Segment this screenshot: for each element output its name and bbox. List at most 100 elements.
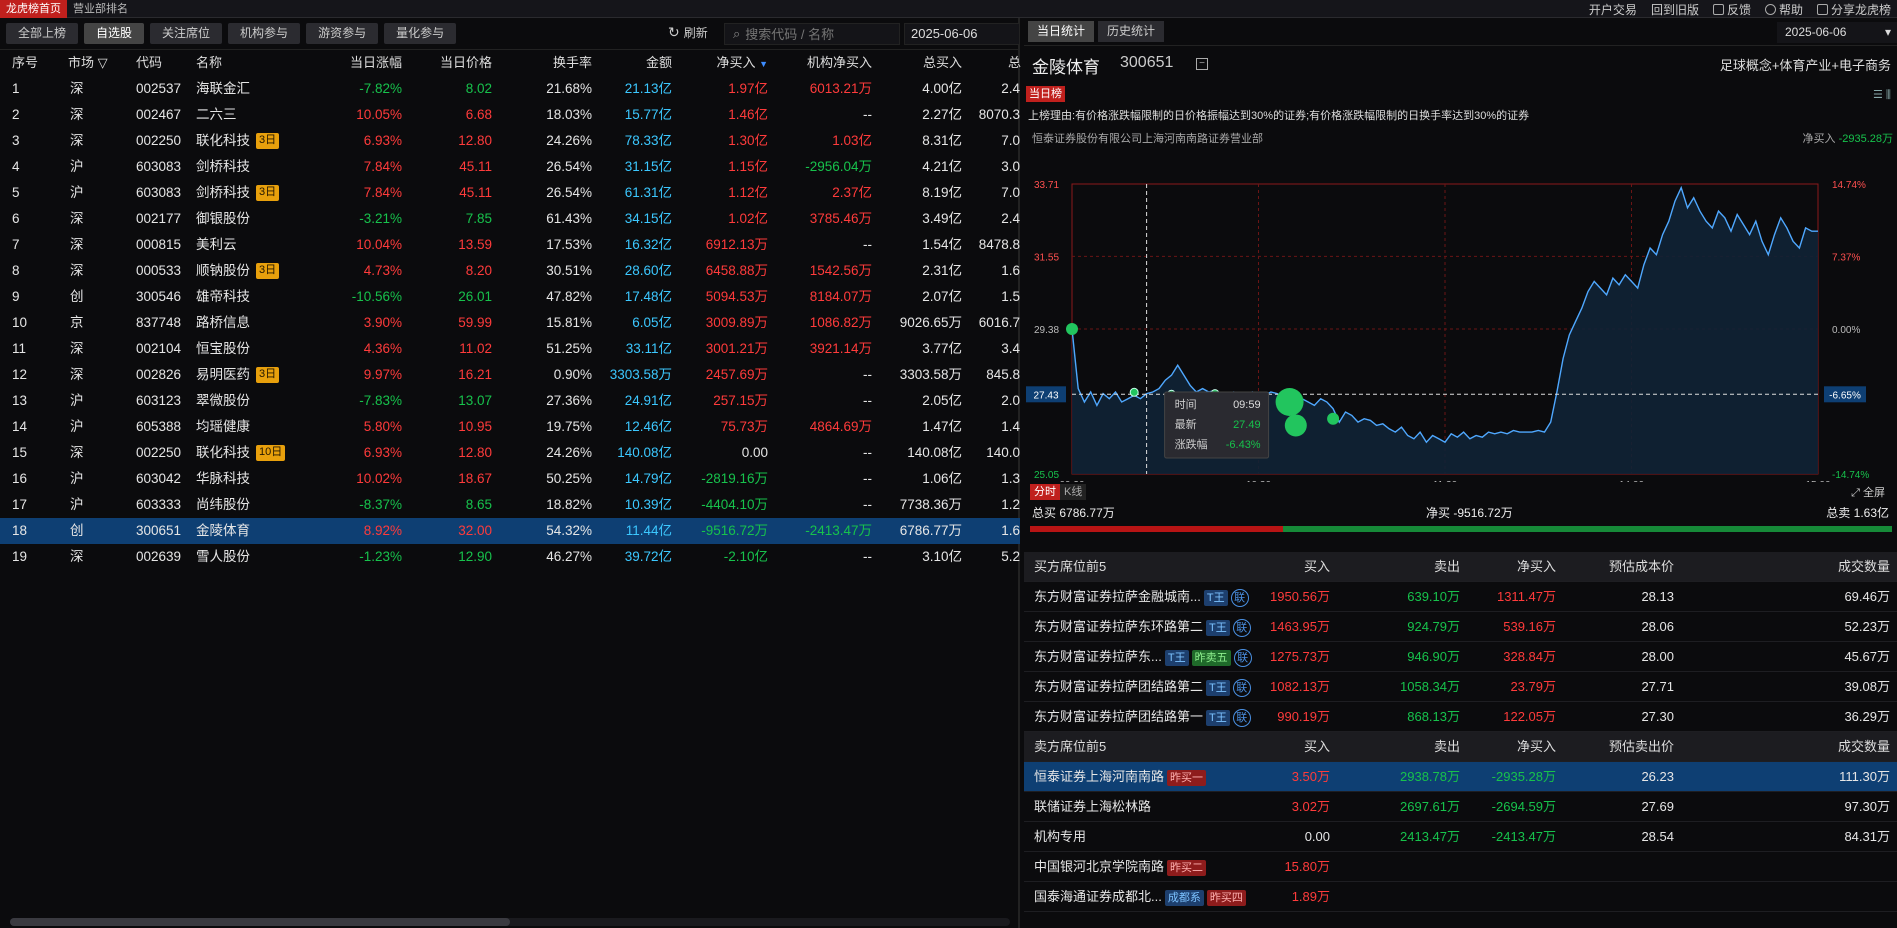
seat-name[interactable]: 中国银河北京学院南路 <box>1034 859 1164 874</box>
date-select[interactable]: 2025-06-06 <box>904 23 1020 45</box>
table-row[interactable]: 14 沪 605388 均瑶健康 5.80% 10.95 19.75% 12.46亿 75.73… <box>0 414 1020 440</box>
seat-name[interactable]: 联储证券上海松林路 <box>1034 799 1151 814</box>
seat-vol: 36.29万 <box>1844 709 1890 724</box>
tab-kline[interactable]: K线 <box>1060 484 1087 500</box>
seat-row[interactable]: 恒泰证券上海河南南路 昨买一 3.50万 2938.78万 -2935.28万 26.23… <box>1024 762 1897 792</box>
seat-name[interactable]: 东方财富证券拉萨团结路第二 <box>1034 679 1203 694</box>
tab-intraday[interactable]: 分时 <box>1030 484 1060 500</box>
table-row[interactable]: 9 创 300546 雄帝科技 -10.56% 26.01 47.82% 17.48亿 5094… <box>0 284 1020 310</box>
table-row[interactable]: 2 深 002467 二六三 10.05% 6.68 18.03% 15.77亿 1.46亿 --… <box>0 102 1020 128</box>
period-tag: 3日 <box>256 133 280 150</box>
table-row[interactable]: 7 深 000815 美利云 10.04% 13.59 17.53% 16.32亿 6912.1… <box>0 232 1020 258</box>
help-link[interactable]: 帮助 <box>1764 1 1803 18</box>
col-header-turnover[interactable]: 换手率 <box>500 50 592 76</box>
row-total-buy: 6786.77万 <box>899 523 962 538</box>
old-version-link[interactable]: 回到旧版 <box>1651 1 1699 18</box>
collapse-icon[interactable]: − <box>1196 58 1208 70</box>
table-row[interactable]: 1 深 002537 海联金汇 -7.82% 8.02 21.68% 21.13亿 1.97亿 6… <box>0 76 1020 102</box>
link-icon[interactable]: 联 <box>1232 618 1251 637</box>
col-header-amount[interactable]: 金额 <box>592 50 672 76</box>
right-date-select[interactable]: 2025-06-06 ▾ <box>1777 22 1897 43</box>
search-input[interactable] <box>745 26 886 42</box>
table-row[interactable]: 13 沪 603123 翠微股份 -7.83% 13.07 27.36% 24.91亿 257.… <box>0 388 1020 414</box>
tooltip-label: 涨跌幅 <box>1175 437 1208 451</box>
row-price: 13.07 <box>458 393 492 408</box>
seat-row[interactable]: 联储证券上海松林路 3.02万 2697.61万 -2694.59万 27.69 97.3… <box>1024 792 1897 822</box>
seat-name[interactable]: 东方财富证券拉萨东... <box>1034 649 1162 664</box>
filter-hot-money[interactable]: 游资参与 <box>306 23 379 44</box>
col-header-total-buy[interactable]: 总买入 <box>872 50 962 76</box>
table-row[interactable]: 17 沪 603333 尚纬股份 -8.37% 8.65 18.82% 10.39亿 -4404… <box>0 492 1020 518</box>
link-icon[interactable]: 联 <box>1232 678 1251 697</box>
row-total-cut: 8478.8 <box>978 237 1020 252</box>
row-code: 002104 <box>136 341 182 356</box>
table-row[interactable]: 8 深 000533 顺钠股份 3日 4.73% 8.20 30.51% 28.60亿 6458.… <box>0 258 1020 284</box>
trade-marker[interactable] <box>1066 323 1078 335</box>
table-row[interactable]: 19 深 002639 雪人股份 -1.23% 12.90 46.27% 39.72亿 -2.1… <box>0 544 1020 570</box>
row-no: 15 <box>12 445 28 460</box>
filter-institution[interactable]: 机构参与 <box>228 23 301 44</box>
seat-row[interactable]: 东方财富证券拉萨团结路第一 T王联 990.19万 868.13万 122.05万 27.… <box>1024 702 1897 732</box>
intraday-chart[interactable]: 33.71 31.55 29.38 25.05 14.74% 7.37% 0.00% -14.… <box>1024 146 1897 482</box>
filter-quant[interactable]: 量化参与 <box>384 23 457 44</box>
row-amount: 3303.58万 <box>609 367 672 382</box>
col-header-market[interactable]: 市场 ▽ <box>68 50 108 76</box>
seat-name[interactable]: 东方财富证券拉萨金融城南... <box>1034 589 1201 604</box>
link-icon[interactable]: 联 <box>1233 648 1252 667</box>
table-row[interactable]: 10 京 837748 路桥信息 3.90% 59.99 15.81% 6.05亿 3009.8… <box>0 310 1020 336</box>
table-row[interactable]: 5 沪 603083 剑桥科技 3日 7.84% 45.11 26.54% 61.31亿 1.12… <box>0 180 1020 206</box>
table-row[interactable]: 6 深 002177 御银股份 -3.21% 7.85 61.43% 34.15亿 1.02亿 3… <box>0 206 1020 232</box>
row-no: 18 <box>12 523 28 538</box>
link-icon[interactable]: 联 <box>1230 588 1249 607</box>
tab-branch-ranking[interactable]: 营业部排名 <box>67 0 134 18</box>
table-row[interactable]: 11 深 002104 恒宝股份 4.36% 11.02 51.25% 33.11亿 3001.… <box>0 336 1020 362</box>
filter-followed-seats[interactable]: 关注席位 <box>150 23 223 44</box>
table-row[interactable]: 3 深 002250 联化科技 3日 6.93% 12.80 24.26% 78.33亿 1.30… <box>0 128 1020 154</box>
fullscreen-button[interactable]: ⤢ 全屏 <box>1851 484 1885 500</box>
row-name: 顺钠股份 <box>196 263 250 278</box>
seat-name[interactable]: 国泰海通证券成都北... <box>1034 889 1162 904</box>
open-account-link[interactable]: 开户交易 <box>1589 1 1637 18</box>
filter-all[interactable]: 全部上榜 <box>6 23 79 44</box>
seat-name[interactable]: 东方财富证券拉萨东环路第二 <box>1034 619 1203 634</box>
seat-row[interactable]: 机构专用 0.00 2413.47万 -2413.47万 28.54 84.31万 <box>1024 822 1897 852</box>
link-icon[interactable]: 联 <box>1232 708 1251 727</box>
tab-daily-stats[interactable]: 当日统计 <box>1028 21 1095 42</box>
trade-marker[interactable] <box>1284 414 1307 437</box>
table-row[interactable]: 4 沪 603083 剑桥科技 7.84% 45.11 26.54% 31.15亿 1.15亿 -… <box>0 154 1020 180</box>
table-row[interactable]: 15 深 002250 联化科技 10日 6.93% 12.80 24.26% 140.08亿 0… <box>0 440 1020 466</box>
col-header-change[interactable]: 当日涨幅 <box>310 50 402 76</box>
seat-name[interactable]: 恒泰证券上海河南南路 <box>1034 769 1164 784</box>
share-icon <box>1816 3 1828 15</box>
scrollbar-thumb[interactable] <box>10 918 510 926</box>
seat-row[interactable]: 东方财富证券拉萨团结路第二 T王联 1082.13万 1058.34万 23.79万 27… <box>1024 672 1897 702</box>
col-header-net-buy[interactable]: 净买入 ▼ <box>682 50 768 77</box>
row-total-cut: 1.2 <box>1001 497 1020 512</box>
filter-watchlist[interactable]: 自选股 <box>84 23 145 44</box>
refresh-button[interactable]: ↻ 刷新 <box>668 24 708 41</box>
share-link[interactable]: 分享龙虎榜 <box>1816 1 1891 18</box>
col-header-price[interactable]: 当日价格 <box>402 50 492 76</box>
row-turnover: 47.82% <box>546 289 592 304</box>
trade-marker[interactable] <box>1275 388 1304 417</box>
trade-marker[interactable] <box>1129 387 1139 397</box>
seat-row[interactable]: 东方财富证券拉萨东环路第二 T王联 1463.95万 924.79万 539.16万 28… <box>1024 612 1897 642</box>
table-row[interactable]: 16 沪 603042 华脉科技 10.02% 18.67 50.25% 14.79亿 -281… <box>0 466 1020 492</box>
seat-row[interactable]: 中国银河北京学院南路 昨买二 15.80万 <box>1024 852 1897 882</box>
seat-row[interactable]: 东方财富证券拉萨金融城南... T王联 1950.56万 639.10万 1311.47… <box>1024 582 1897 612</box>
col-header-inst-net-buy[interactable]: 机构净买入 <box>776 50 872 76</box>
row-total-buy: 3.77亿 <box>922 341 962 356</box>
tab-lhb-home[interactable]: 龙虎榜首页 <box>0 0 67 18</box>
table-row[interactable]: 18 创 300651 金陵体育 8.92% 32.00 54.32% 11.44亿 -9516… <box>0 518 1020 544</box>
row-no: 10 <box>12 315 28 330</box>
trade-marker[interactable] <box>1327 412 1340 425</box>
seat-name[interactable]: 东方财富证券拉萨团结路第一 <box>1034 709 1203 724</box>
tab-history-stats[interactable]: 历史统计 <box>1098 21 1165 42</box>
table-row[interactable]: 12 深 002826 易明医药 3日 9.97% 16.21 0.90% 3303.58万 24… <box>0 362 1020 388</box>
seat-name[interactable]: 机构专用 <box>1034 829 1086 844</box>
feedback-link[interactable]: 反馈 <box>1712 1 1751 18</box>
horizontal-scrollbar[interactable] <box>10 918 1010 926</box>
seat-row[interactable]: 东方财富证券拉萨东... T王 昨卖五联 1275.73万 946.90万 328.84万… <box>1024 642 1897 672</box>
view-toggle-icons[interactable]: ☰ ⫼ <box>1873 88 1891 102</box>
seat-row[interactable]: 国泰海通证券成都北... 成都系 昨买四 1.89万 <box>1024 882 1897 912</box>
